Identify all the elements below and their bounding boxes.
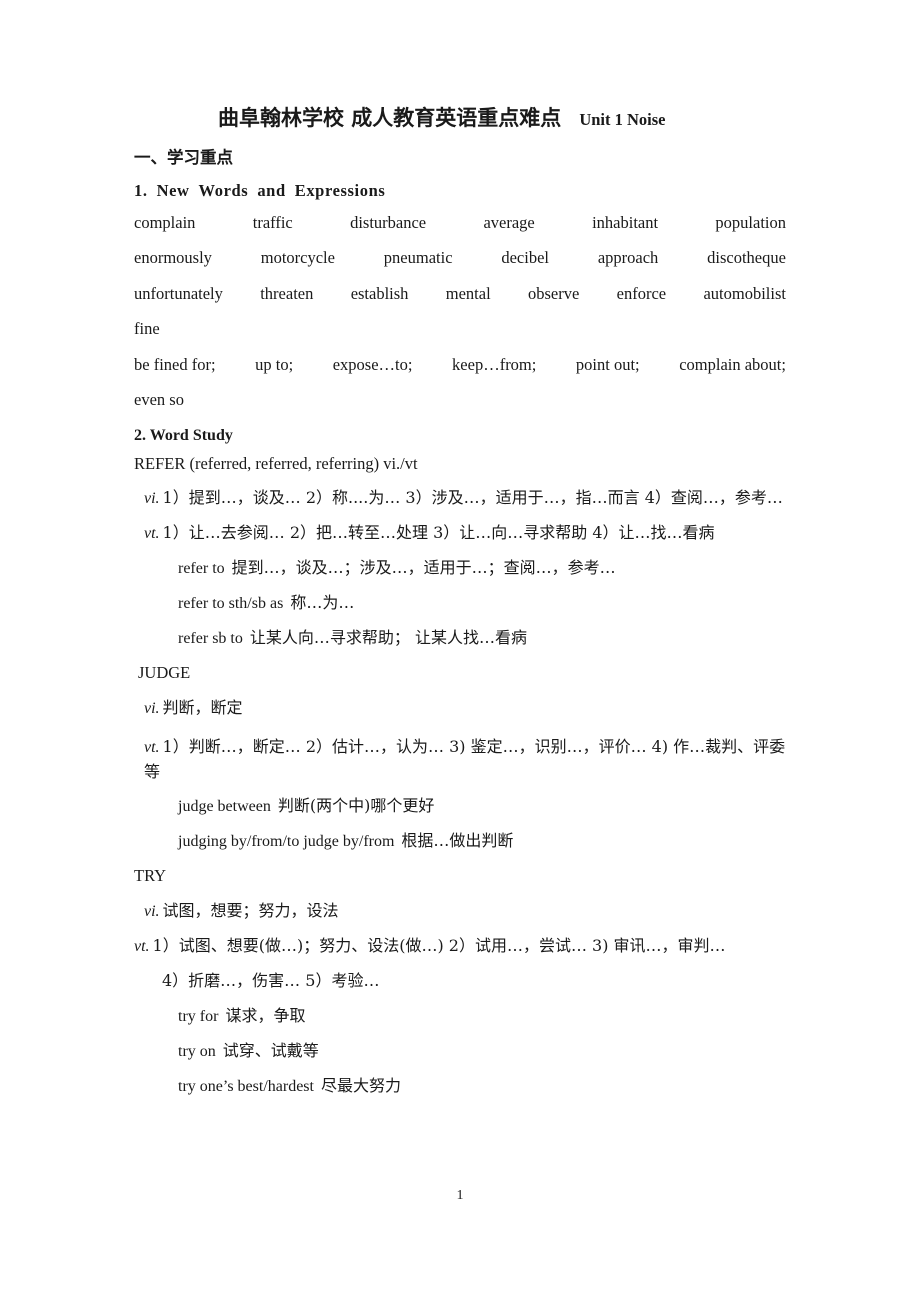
entry-sense: vt. 1）试图、想要(做…)；努力、设法(做…) 2）试用…，尝试… 3) 审讯… <box>134 935 786 955</box>
entry-sense: vi. 1）提到…，谈及… 2）称....为… 3）涉及…，适用于…，指…而言 4… <box>134 490 786 507</box>
subsection-word-new: New <box>156 181 190 201</box>
vocabulary-word: approach <box>597 248 659 268</box>
vocabulary-word: motorcycle <box>260 248 335 268</box>
page-title: 曲阜翰林学校 成人教育英语重点难点 Unit 1 Noise <box>134 104 786 134</box>
vocabulary-word: disturbance <box>350 212 427 232</box>
sense-text: 1）试图、想要(做…)；努力、设法(做…) 2）试用…，尝试… 3) 审讯…，审… <box>152 935 726 955</box>
collocation-chinese: 提到…，谈及…；涉及…，适用于…；查阅…，参考… <box>231 558 616 578</box>
collocation-item: refer sb to 让某人向…寻求帮助； 让某人找…看病 <box>134 630 786 647</box>
part-of-speech: vt. <box>134 937 150 955</box>
sense-text: 试图，想要；努力，设法 <box>162 900 339 920</box>
part-of-speech: vi. <box>144 902 160 920</box>
collocation-chinese: 判断(两个中)哪个更好 <box>277 796 435 816</box>
collocation-item: judging by/from/to judge by/from 根据…做出判断 <box>134 833 786 850</box>
phrase-item: keep…from; <box>452 354 537 374</box>
collocation-item: try for 谋求，争取 <box>134 1005 786 1025</box>
vocabulary-word: threaten <box>260 283 314 303</box>
collocation-item: try one’s best/hardest 尽最大努力 <box>134 1075 786 1095</box>
page-title-english: Unit 1 Noise <box>579 110 666 129</box>
sense-text: 1）判断…，断定… 2）估计…，认为… 3) 鉴定…，识别…，评价… 4) 作…… <box>144 736 786 782</box>
collocation-english: try on <box>178 1042 216 1060</box>
vocabulary-word: establish <box>350 283 409 303</box>
vocabulary-word: automobilist <box>703 283 786 303</box>
entry-headword: TRY <box>134 866 167 886</box>
collocation-chinese: 试穿、试戴等 <box>222 1040 319 1060</box>
sense-text: 1）提到…，谈及… 2）称....为… 3）涉及…，适用于…，指…而言 4）查阅… <box>162 488 783 508</box>
collocation-english: try for <box>178 1007 219 1025</box>
document-content: 曲阜翰林学校 成人教育英语重点难点 Unit 1 Noise 一、学习重点 1. N… <box>134 104 786 1113</box>
entry-sense: vi. 判断，断定 <box>134 697 786 717</box>
phrase-item: even so <box>134 390 184 410</box>
part-of-speech: vi. <box>144 699 160 717</box>
collocation-chinese: 让某人向…寻求帮助； 让某人找…看病 <box>249 628 527 648</box>
entry-headword: REFER (referred, referred, referring) vi… <box>134 453 418 473</box>
collocation-english: refer to sth/sb as <box>178 595 284 613</box>
section-two-heading: 2. Word Study <box>134 426 233 444</box>
word-list-row: unfortunately threaten establish mental … <box>134 283 786 303</box>
phrase-list-row: be fined for; up to; expose…to; keep…fro… <box>134 354 786 374</box>
phrase-item: expose…to; <box>332 354 413 374</box>
collocation-chinese: 根据…做出判断 <box>401 831 514 851</box>
subsection-word-expressions: Expressions <box>294 181 386 201</box>
vocabulary-word: enforce <box>616 283 667 303</box>
vocabulary-word: unfortunately <box>134 283 223 303</box>
collocation-chinese: 谋求，争取 <box>225 1005 306 1025</box>
collocation-chinese: 称…为… <box>290 593 355 613</box>
collocation-item: judge between 判断(两个中)哪个更好 <box>134 798 786 815</box>
collocation-english: try one’s best/hardest <box>178 1077 314 1095</box>
document-page: 曲阜翰林学校 成人教育英语重点难点 Unit 1 Noise 一、学习重点 1. N… <box>0 0 920 1302</box>
phrase-item: be fined for; <box>134 354 216 374</box>
vocabulary-word: mental <box>445 283 491 303</box>
collocation-item: try on 试穿、试戴等 <box>134 1040 786 1060</box>
vocabulary-word: observe <box>528 283 580 303</box>
vocabulary-word: discotheque <box>707 248 786 268</box>
phrase-item: up to; <box>255 354 294 374</box>
vocabulary-word: enormously <box>134 248 212 268</box>
page-title-chinese: 曲阜翰林学校 成人教育英语重点难点 <box>218 105 562 130</box>
collocation-english: judging by/from/to judge by/from <box>178 833 395 851</box>
entry-headword: JUDGE <box>138 663 191 683</box>
subsection-new-words-heading: 1. New Words and Expressions <box>134 183 786 200</box>
subsection-word-and: and <box>257 181 286 201</box>
word-list-row: complain traffic disturbance average inh… <box>134 212 786 232</box>
entry-sense: vi. 试图，想要；努力，设法 <box>134 900 786 920</box>
vocabulary-word: inhabitant <box>592 212 659 232</box>
vocabulary-word: average <box>483 212 535 232</box>
vocabulary-word: complain <box>134 212 196 232</box>
entry-sense: vt. 1）判断…，断定… 2）估计…，认为… 3) 鉴定…，识别…，评价… 4)… <box>134 735 786 787</box>
vocabulary-word: pneumatic <box>383 248 453 268</box>
part-of-speech: vt. <box>144 525 160 543</box>
collocation-chinese: 尽最大努力 <box>320 1075 401 1095</box>
subsection-word-words: Words <box>198 181 249 201</box>
section-one-heading: 一、学习重点 <box>134 147 233 167</box>
part-of-speech: vi. <box>144 490 160 508</box>
sense-text: 判断，断定 <box>162 697 243 717</box>
collocation-english: judge between <box>178 798 271 816</box>
vocabulary-word: fine <box>134 319 160 339</box>
collocation-item: refer to 提到…，谈及…；涉及…，适用于…；查阅…，参考… <box>134 560 786 577</box>
page-number: 1 <box>456 1188 464 1203</box>
sense-text: 1）让…去参阅… 2）把…转至…处理 3）让…向…寻求帮助 4）让…找…看病 <box>162 523 715 543</box>
entry-sense: vt. 1）让…去参阅… 2）把…转至…处理 3）让…向…寻求帮助 4）让…找…看… <box>134 525 786 542</box>
vocabulary-word: population <box>715 212 786 232</box>
phrase-item: point out; <box>575 354 640 374</box>
collocation-english: refer to <box>178 560 225 578</box>
collocation-english: refer sb to <box>178 630 243 648</box>
phrase-item: complain about; <box>679 354 786 374</box>
collocation-item: refer to sth/sb as 称…为… <box>134 595 786 612</box>
vocabulary-word: decibel <box>501 248 549 268</box>
part-of-speech: vt. <box>144 738 160 756</box>
subsection-number: 1. <box>134 181 148 201</box>
entry-sense: 4）折磨…，伤害… 5）考验… <box>134 970 786 990</box>
word-list-row: enormously motorcycle pneumatic decibel … <box>134 250 786 267</box>
sense-text: 4）折磨…，伤害… 5）考验… <box>162 970 380 990</box>
vocabulary-word: traffic <box>252 212 293 232</box>
